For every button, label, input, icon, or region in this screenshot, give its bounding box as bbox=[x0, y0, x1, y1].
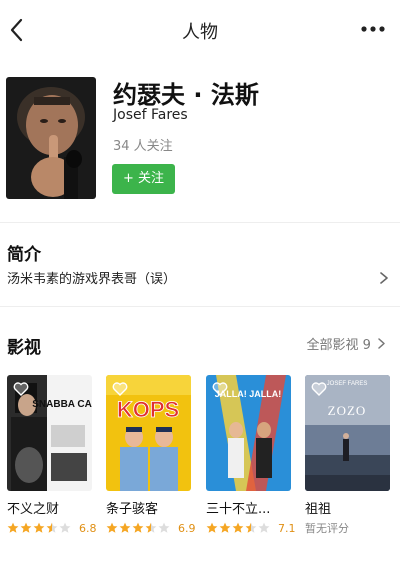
star-icon bbox=[106, 522, 118, 533]
rating: 7.1 bbox=[206, 520, 296, 536]
more-dots-icon bbox=[361, 26, 385, 32]
avatar[interactable] bbox=[6, 77, 96, 199]
intro-title: 简介 bbox=[7, 245, 41, 265]
chevron-right-icon[interactable] bbox=[378, 270, 390, 284]
work-card[interactable]: KOPS 条子骇客 6.9 bbox=[106, 375, 196, 536]
page-title: 人物 bbox=[182, 22, 218, 43]
work-title: 不义之财 bbox=[7, 502, 60, 517]
star-icon bbox=[119, 522, 131, 533]
divider bbox=[0, 306, 400, 307]
work-card[interactable]: JALLA! JALLA! 三十不立... 7.1 bbox=[206, 375, 296, 536]
rating: 6.9 bbox=[106, 520, 196, 536]
star-icon bbox=[158, 522, 170, 533]
poster-title: SNABBA CASH bbox=[32, 399, 92, 410]
rating: 6.8 bbox=[7, 520, 97, 536]
star-icon bbox=[59, 522, 71, 533]
heart-plus-icon[interactable] bbox=[112, 381, 128, 397]
star-icon bbox=[33, 522, 45, 533]
poster-director: JOSEF FARES bbox=[327, 381, 368, 387]
star-icon bbox=[219, 522, 231, 533]
star-icon bbox=[132, 522, 144, 533]
work-card[interactable]: JOSEF FARES ZOZO 祖祖 暂无评分 bbox=[305, 375, 390, 536]
star-icon bbox=[145, 522, 157, 533]
star-rating bbox=[7, 522, 72, 534]
star-icon bbox=[206, 522, 218, 533]
star-icon bbox=[245, 522, 257, 533]
work-title: 条子骇客 bbox=[106, 502, 159, 517]
heart-plus-icon[interactable] bbox=[212, 381, 228, 397]
intro-text[interactable]: 汤米韦素的游戏界表哥（误） bbox=[7, 268, 176, 287]
poster: JOSEF FARES ZOZO bbox=[305, 375, 390, 491]
score: 6.8 bbox=[79, 521, 97, 535]
heart-plus-icon[interactable] bbox=[13, 381, 29, 397]
no-rating-label: 暂无评分 bbox=[305, 522, 349, 535]
star-rating bbox=[106, 522, 171, 534]
person-english-name: Josef Fares bbox=[113, 107, 188, 123]
star-icon bbox=[232, 522, 244, 533]
star-icon bbox=[46, 522, 58, 533]
poster-title: KOPS bbox=[117, 397, 179, 422]
poster-title: ZOZO bbox=[328, 403, 367, 418]
all-works-link[interactable]: 全部影视 9 bbox=[306, 334, 386, 353]
star-icon bbox=[20, 522, 32, 533]
person-name: 约瑟夫 · 法斯 bbox=[113, 81, 259, 109]
poster: JALLA! JALLA! bbox=[206, 375, 291, 491]
poster: KOPS bbox=[106, 375, 191, 491]
star-icon bbox=[258, 522, 270, 533]
heart-plus-icon[interactable] bbox=[311, 381, 327, 397]
score: 7.1 bbox=[278, 521, 296, 535]
all-works-label: 全部影视 9 bbox=[306, 338, 371, 353]
rating: 暂无评分 bbox=[305, 520, 390, 536]
works-title: 影视 bbox=[7, 338, 41, 358]
chevron-right-icon bbox=[378, 338, 385, 349]
more-button[interactable] bbox=[360, 20, 386, 38]
follower-count: 34 人关注 bbox=[113, 139, 173, 154]
score: 6.9 bbox=[178, 521, 196, 535]
poster: SNABBA CASH bbox=[7, 375, 92, 491]
star-icon bbox=[7, 522, 19, 533]
work-title: 三十不立... bbox=[206, 502, 271, 517]
follow-button[interactable]: + 关注 bbox=[112, 164, 175, 194]
star-rating bbox=[206, 522, 271, 534]
divider bbox=[0, 222, 400, 223]
work-card[interactable]: SNABBA CASH 不义之财 6.8 bbox=[7, 375, 97, 536]
work-title: 祖祖 bbox=[305, 502, 332, 517]
top-bar: 人物 bbox=[0, 0, 400, 60]
